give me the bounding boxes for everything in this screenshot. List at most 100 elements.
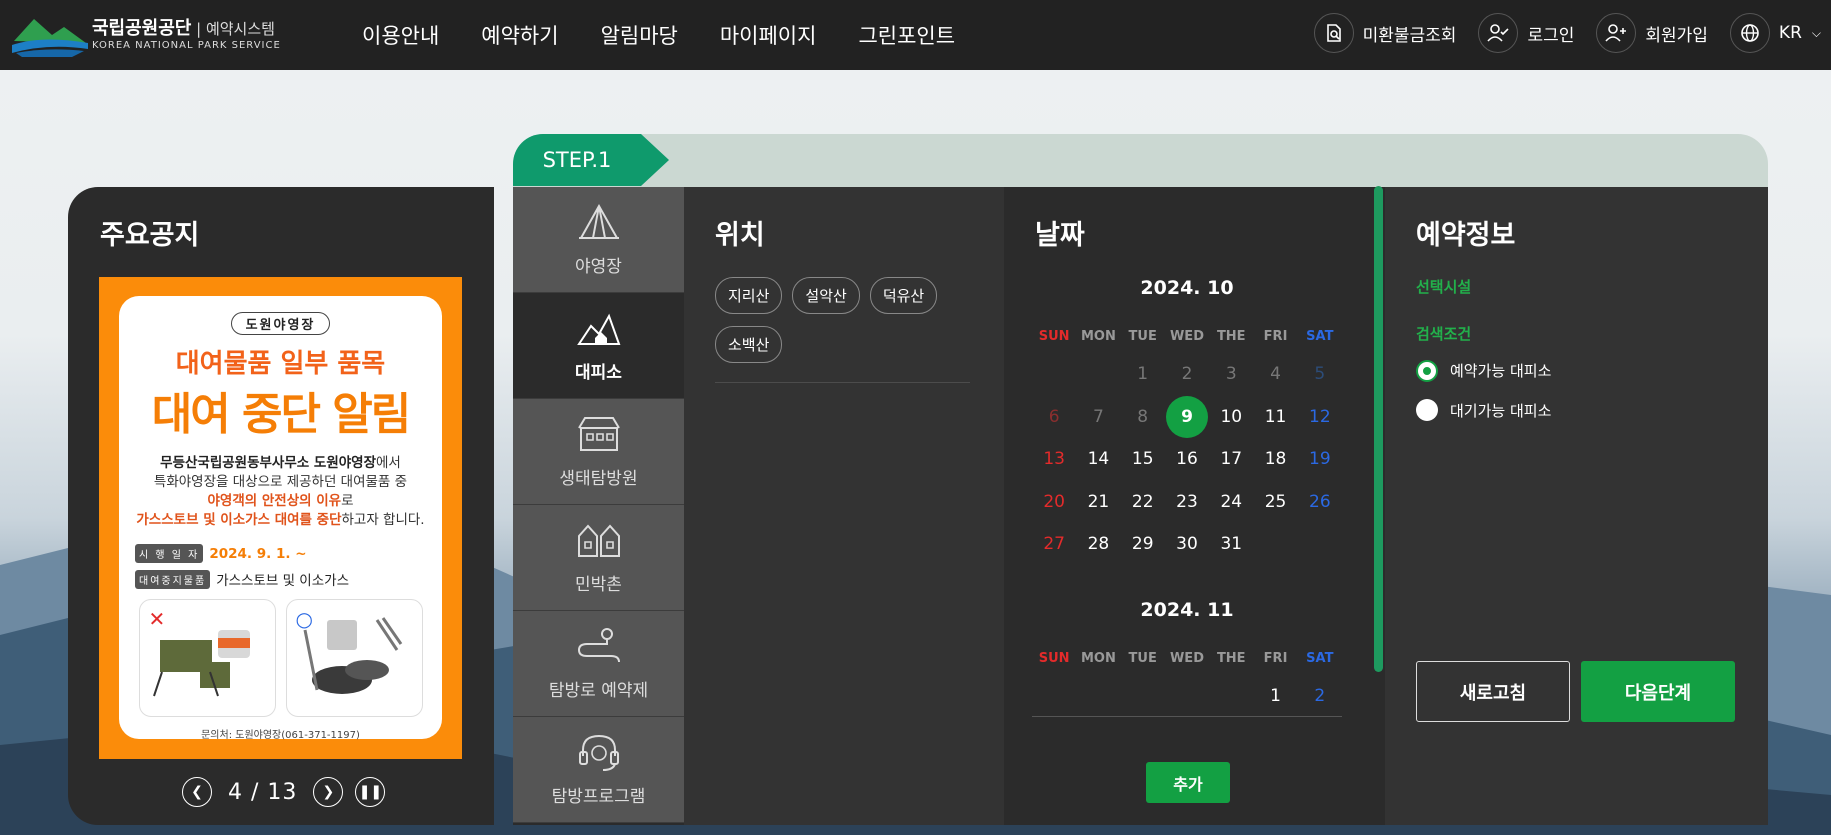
radio-available[interactable]: 예약가능 대피소	[1416, 360, 1551, 381]
radio-checked-icon	[1418, 361, 1436, 380]
prev-button[interactable]: ❮	[182, 777, 212, 807]
location-chips: 지리산 설악산 덕유산 소백산	[715, 277, 975, 375]
calendar-day[interactable]: 14	[1076, 449, 1120, 469]
poster-contact: 문의처: 도원야영장(061-371-1197)	[201, 730, 360, 741]
calendar-day[interactable]: 15	[1121, 449, 1165, 469]
nav-reservation[interactable]: 예약하기	[481, 20, 558, 50]
login-link[interactable]: 로그인	[1478, 13, 1574, 53]
refresh-button[interactable]: 새로고침	[1416, 661, 1570, 722]
location-panel: 위치 지리산 설악산 덕유산 소백산	[684, 187, 1004, 825]
notice-title: 주요공지	[100, 220, 200, 251]
site-logo[interactable]: 국립공원공단 | 예약시스템 KOREA NATIONAL PARK SERVI…	[12, 13, 312, 57]
tent-icon	[578, 203, 619, 239]
calendar-week: 27 28 29 30 31	[1032, 523, 1342, 566]
calendar-day[interactable]: 1	[1253, 686, 1297, 706]
category-trail[interactable]: 탐방로 예약제	[513, 611, 684, 717]
category-label: 야영장	[575, 257, 622, 277]
weekday-label: THE	[1216, 650, 1246, 666]
calendar-day[interactable]: 31	[1209, 534, 1253, 554]
selected-day[interactable]: 9	[1165, 395, 1208, 438]
nav-greenpoint[interactable]: 그린포인트	[858, 20, 955, 50]
calendar-day[interactable]: 2	[1298, 686, 1342, 706]
refund-lookup-link[interactable]: 미환불금조회	[1313, 13, 1456, 53]
signup-link[interactable]: 회원가입	[1596, 13, 1708, 53]
nav-notice[interactable]: 알림마당	[601, 20, 678, 50]
signup-label: 회원가입	[1645, 25, 1708, 46]
pause-button[interactable]: ❚❚	[355, 777, 386, 807]
reservation-info-panel: 예약정보 선택시설 검색조건 예약가능 대피소 대기가능 대피소 새로고침 다음…	[1385, 187, 1768, 825]
calendar-day[interactable]: 27	[1032, 534, 1076, 554]
calendar-day[interactable]: 23	[1165, 492, 1209, 512]
calendar-day[interactable]: 17	[1209, 449, 1253, 469]
calendar-day[interactable]: 20	[1032, 492, 1076, 512]
calendar-week: 1 2 3 4 5	[1032, 353, 1342, 396]
calendar-day[interactable]: 29	[1121, 534, 1165, 554]
date-label: 시 행 일 자	[135, 544, 204, 563]
calendar-day: 3	[1225, 364, 1237, 385]
next-step-button[interactable]: 다음단계	[1581, 661, 1735, 722]
nav-guide[interactable]: 이용안내	[362, 20, 439, 50]
chip-seoraksan[interactable]: 설악산	[792, 277, 860, 314]
category-campsite[interactable]: 야영장	[513, 187, 684, 293]
weekday-label: SUN	[1038, 650, 1070, 666]
calendar-day[interactable]: 21	[1076, 492, 1120, 512]
o-mark-icon: ○	[295, 607, 313, 631]
calendar-day[interactable]: 13	[1032, 449, 1076, 469]
calendar-day[interactable]: 25	[1253, 492, 1297, 512]
weekday-label: SUN	[1038, 328, 1070, 344]
calendar-week: 13 14 15 16 17 18 19	[1032, 438, 1342, 481]
radio-waitlist[interactable]: 대기가능 대피소	[1416, 399, 1551, 421]
calendar-day[interactable]: 9	[1165, 395, 1209, 438]
chip-jirisan[interactable]: 지리산	[715, 277, 783, 314]
add-button[interactable]: 추가	[1146, 762, 1230, 803]
calendar-day[interactable]: 28	[1076, 534, 1120, 554]
step-header	[513, 134, 1768, 188]
poster-details: 시 행 일 자 2024. 9. 1. ~ 대여중지물품 가스스토브 및 이소가스	[135, 544, 442, 589]
calendar-day[interactable]: 30	[1165, 534, 1209, 554]
calendar-week: 12	[1032, 675, 1342, 718]
category-village[interactable]: 민박촌	[513, 505, 684, 611]
calendar-day[interactable]: 10	[1209, 407, 1253, 427]
category-shelter[interactable]: 대피소	[513, 293, 684, 399]
calendar-day: 5	[1314, 364, 1326, 385]
logo-english: KOREA NATIONAL PARK SERVICE	[92, 39, 281, 51]
month-label: 2024. 10	[1140, 277, 1234, 299]
poster-headline-1: 대여물품 일부 품목	[175, 349, 386, 379]
calendar-day[interactable]: 12	[1298, 407, 1342, 427]
scrollbar[interactable]	[1374, 186, 1383, 672]
date-value: 2024. 9. 1. ~	[209, 545, 307, 562]
logo-korean: 국립공원공단	[92, 17, 192, 39]
calendar-day[interactable]: 24	[1209, 492, 1253, 512]
calendar-day[interactable]: 22	[1121, 492, 1165, 512]
poster-tag: 도원야영장	[230, 312, 331, 335]
weekday-label: THE	[1216, 328, 1246, 344]
step-arrow	[641, 134, 669, 186]
facility-label: 선택시설	[1416, 278, 1472, 296]
calendar-november: SUN MON TUE WED THE FRI SAT 1 2	[1032, 641, 1342, 718]
month-label: 2024. 11	[1140, 599, 1234, 621]
divider	[1032, 716, 1342, 717]
weekday-label: WED	[1169, 650, 1204, 666]
calendar-day[interactable]: 26	[1298, 492, 1342, 512]
category-eco-center[interactable]: 생태탐방원	[513, 399, 684, 505]
weekday-header: SUN MON TUE WED THE FRI SAT	[1032, 641, 1342, 675]
notice-panel: 주요공지 도원야영장 대여물품 일부 품목 대여 중단 알림 무등산국립공원동부…	[68, 187, 494, 825]
calendar-day[interactable]: 11	[1253, 407, 1297, 427]
chip-sobaeksan[interactable]: 소백산	[715, 326, 783, 363]
pager-sep: /	[251, 779, 260, 805]
weekday-label: MON	[1080, 328, 1116, 344]
notice-banner[interactable]: 도원야영장 대여물품 일부 품목 대여 중단 알림 무등산국립공원동부사무소 도…	[99, 277, 462, 759]
category-label: 탐방프로그램	[551, 787, 646, 807]
weekday-label: FRI	[1263, 650, 1288, 666]
next-button[interactable]: ❯	[313, 777, 344, 807]
category-label: 민박촌	[575, 575, 622, 595]
calendar-day[interactable]: 16	[1165, 449, 1209, 469]
calendar-day[interactable]: 18	[1253, 449, 1297, 469]
calendar-day[interactable]: 19	[1298, 449, 1342, 469]
calendar-week: 6 7 8 9 10 11 12	[1032, 395, 1342, 439]
language-selector[interactable]: KR ⌵	[1729, 13, 1821, 53]
chip-deogyusan[interactable]: 덕유산	[869, 277, 938, 314]
category-program[interactable]: 탐방프로그램	[513, 717, 684, 823]
cookware-image: ○	[285, 599, 423, 717]
nav-mypage[interactable]: 마이페이지	[720, 20, 817, 50]
